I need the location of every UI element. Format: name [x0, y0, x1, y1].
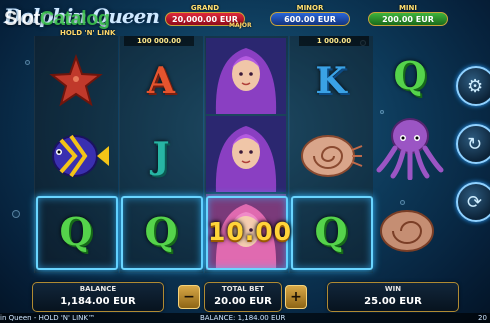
- bubble: [25, 60, 30, 65]
- jackpot-minor: MINOR 600.00 EUR: [270, 4, 350, 30]
- starfish-icon: [49, 54, 103, 107]
- decrease-bet-button[interactable]: −: [178, 285, 200, 309]
- game-logo: Dolphin Queen HOLD 'N' LINK SlotCatalog: [0, 0, 160, 40]
- status-bar: in Queen - HOLD 'N' LINK™ BALANCE: 1,184…: [0, 313, 490, 323]
- watermark-part: Slot: [4, 8, 40, 30]
- status-game-name: in Queen - HOLD 'N' LINK™: [0, 314, 95, 322]
- win-panel: WIN 25.00 EUR: [327, 282, 459, 312]
- symbol-nautilus: [289, 121, 373, 191]
- win-label: WIN: [384, 285, 402, 293]
- symbol-mermaid: [204, 116, 288, 192]
- jackpot-major-text: MAJOR: [229, 22, 252, 29]
- total-bet-label: TOTAL BET: [221, 285, 265, 293]
- angelfish-icon: [52, 134, 109, 178]
- nautilus-icon: [301, 135, 363, 177]
- watermark: SlotCatalog: [4, 8, 110, 31]
- symbol-q: Q: [368, 40, 452, 110]
- letter-k: K: [315, 60, 347, 102]
- autoplay-button[interactable]: ↻: [456, 124, 490, 164]
- letter-a: A: [147, 60, 175, 102]
- symbol-starfish: [34, 46, 118, 116]
- status-balance: BALANCE: 1,184.00 EUR: [200, 314, 286, 322]
- refresh-icon: ↻: [467, 134, 483, 155]
- symbol-angelfish: [34, 121, 118, 191]
- symbol-a: A: [119, 46, 203, 116]
- balance-label: BALANCE: [79, 285, 117, 293]
- increase-bet-button[interactable]: +: [285, 285, 307, 309]
- reel-2-header: 100 000.00: [124, 36, 194, 46]
- spin-icon: ⟳: [467, 192, 483, 213]
- jackpot-minor-label: MINOR: [296, 4, 324, 12]
- win-amount-display: 10.00: [207, 217, 293, 246]
- octopus-icon: [376, 118, 444, 180]
- win-highlight: [36, 196, 118, 270]
- win-value: 25.00 EUR: [364, 296, 422, 307]
- symbol-mermaid: [204, 38, 288, 114]
- watermark-accent: Catalog: [39, 8, 110, 30]
- symbol-k: K: [289, 46, 373, 116]
- letter-j: J: [152, 135, 170, 177]
- spin-button[interactable]: ⟳: [456, 182, 490, 222]
- reel-4-header: 1 000.00: [299, 36, 369, 46]
- nautilus-icon: [380, 210, 434, 252]
- symbol-j: J: [119, 121, 203, 191]
- bubble: [12, 210, 20, 218]
- jackpot-mini: MINI 200.00 EUR: [368, 4, 448, 30]
- letter-q: Q: [393, 52, 427, 98]
- mermaid-icon: [206, 38, 286, 114]
- symbol-nautilus: [368, 196, 452, 266]
- jackpot-mini-value: 200.00 EUR: [368, 12, 448, 26]
- total-bet-value: 20.00 EUR: [214, 296, 272, 307]
- balance-value: 1,184.00 EUR: [60, 296, 136, 307]
- total-bet-panel: TOTAL BET 20.00 EUR: [204, 282, 282, 312]
- jackpot-mini-label: MINI: [398, 4, 418, 12]
- settings-button[interactable]: ⚙: [456, 66, 490, 106]
- symbol-octopus: [368, 112, 452, 182]
- jackpot-minor-value: 600.00 EUR: [270, 12, 350, 26]
- win-highlight: [121, 196, 203, 270]
- mermaid-icon: [206, 116, 286, 192]
- settings-icon: ⚙: [467, 76, 484, 97]
- balance-panel: BALANCE 1,184.00 EUR: [32, 282, 164, 312]
- status-time: 20: [478, 314, 487, 322]
- game-screen: Dolphin Queen HOLD 'N' LINK SlotCatalog …: [0, 0, 490, 323]
